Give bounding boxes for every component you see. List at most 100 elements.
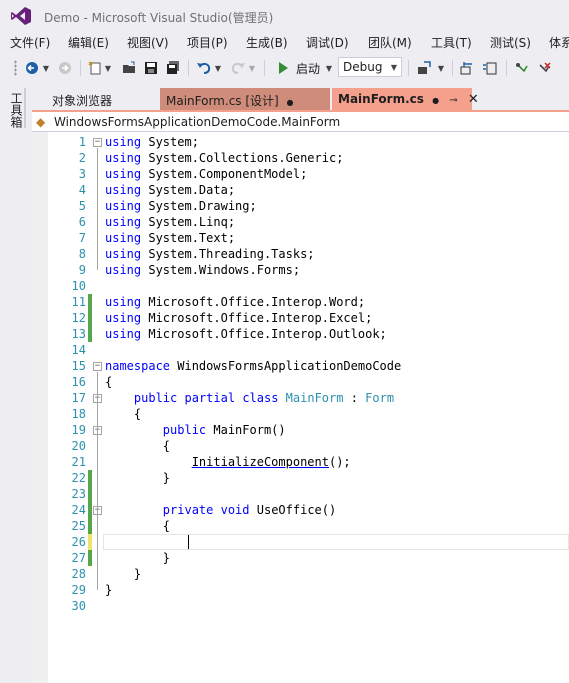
tab-object-browser[interactable]: 对象浏览器 [46,88,172,110]
code-token: { [105,519,171,533]
start-button-label[interactable]: 启动 [296,60,320,77]
code-text: { [105,519,170,533]
code-line[interactable]: 21 InitializeComponent(); [32,454,569,470]
code-editor[interactable]: 1− using System; 2 using System.Collections… [32,132,569,683]
navigation-bar[interactable]: ◆ WindowsFormsApplicationDemoCode.MainFo… [32,112,569,132]
code-line[interactable]: 2 using System.Collections.Generic; [32,150,569,166]
code-line[interactable]: 19− public MainForm() [32,422,569,438]
code-line[interactable]: 8 using System.Threading.Tasks; [32,246,569,262]
keyword-token: using [105,263,142,277]
code-line[interactable]: 25 { [32,518,569,534]
chevron-down-icon: ▼ [390,63,397,72]
class-view-button[interactable] [458,59,478,77]
code-line[interactable]: 12 using Microsoft.Office.Interop.Excel; [32,310,569,326]
menu-architecture[interactable]: 体系 [549,34,569,51]
code-line[interactable]: 14 [32,342,569,358]
code-line[interactable]: 11 using Microsoft.Office.Interop.Word; [32,294,569,310]
navigate-back-button[interactable] [22,59,42,77]
keyword-token: using [105,247,142,261]
menu-project[interactable]: 项目(P) [187,34,228,51]
pin-icon[interactable]: ⊸ [449,95,457,106]
back-dropdown[interactable]: ▼ [42,59,50,77]
code-line[interactable]: 29} [32,582,569,598]
menu-test[interactable]: 测试(S) [490,34,531,51]
code-line[interactable]: 3 using System.ComponentModel; [32,166,569,182]
code-line[interactable]: 27 } [32,550,569,566]
code-line[interactable]: 28 } [32,566,569,582]
keyword-token: using [105,327,142,341]
add-breakpoint-button[interactable] [512,59,532,77]
line-number: 5 [78,199,86,213]
code-text: public partial class MainForm : Form [105,391,394,405]
code-line[interactable]: 22 } [32,470,569,486]
start-debugging-button[interactable] [274,59,292,77]
save-all-button[interactable] [164,59,182,77]
keyword-token: using [105,199,142,213]
chevron-down-icon: ▼ [214,63,222,73]
new-dropdown[interactable]: ▼ [104,59,112,77]
change-tracking-marker [88,550,92,566]
chevron-down-icon: ▼ [437,63,445,73]
solution-configuration-select[interactable]: Debug ▼ [338,57,402,77]
menu-debug[interactable]: 调试(D) [306,34,349,51]
undo-dropdown[interactable]: ▼ [214,59,222,77]
code-text: private void UseOffice() [105,503,336,517]
collapse-toggle-icon[interactable]: − [93,362,102,371]
code-line[interactable]: 9 using System.Windows.Forms; [32,262,569,278]
code-token: System.Linq; [141,215,236,229]
navigate-forward-button[interactable] [56,59,74,77]
menu-edit[interactable]: 编辑(E) [68,34,109,51]
platform-button[interactable] [414,59,434,77]
change-tracking-marker [88,470,92,486]
code-line[interactable]: 16 { [32,374,569,390]
toolbox-tab[interactable]: 工具箱 [8,92,23,128]
redo-dropdown[interactable]: ▼ [248,59,256,77]
code-line[interactable]: 5 using System.Drawing; [32,198,569,214]
code-line[interactable]: 13 using Microsoft.Office.Interop.Outlook… [32,326,569,342]
menu-build[interactable]: 生成(B) [246,34,288,51]
chevron-down-icon: ▼ [248,63,256,73]
redo-button[interactable] [228,59,248,77]
code-line[interactable]: 24− private void UseOffice() [32,502,569,518]
open-file-button[interactable] [120,59,138,77]
code-text: using System.Linq; [105,215,235,229]
code-line[interactable]: 20 { [32,438,569,454]
code-line[interactable]: 10 [32,278,569,294]
menu-tools[interactable]: 工具(T) [431,34,472,51]
code-line[interactable]: 7 using System.Text; [32,230,569,246]
collapse-toggle-icon[interactable]: − [93,138,102,147]
outlining-guide [97,436,98,478]
code-line[interactable]: 30 [32,598,569,614]
class-diagram-icon [460,62,472,75]
configuration-value: Debug [343,60,383,74]
code-line[interactable]: 17− public partial class MainForm : Form [32,390,569,406]
title-bar: Demo - Microsoft Visual Studio(管理员) [0,0,569,32]
code-line[interactable]: 1− using System; [32,134,569,150]
menu-file[interactable]: 文件(F) [10,34,50,51]
menu-view[interactable]: 视图(V) [127,34,169,51]
line-number: 14 [71,343,86,357]
tab-mainform-code[interactable]: MainForm.cs ● ⊸ ✕ [332,88,479,110]
save-icon [145,62,157,74]
remove-breakpoint-button[interactable] [534,59,554,77]
code-line[interactable]: 15− namespace WindowsFormsApplicationDemo… [32,358,569,374]
tab-mainform-design[interactable]: MainForm.cs [设计] ● [160,88,330,110]
close-icon[interactable]: ✕ [468,92,479,107]
chevron-down-icon: ▼ [104,63,112,73]
platform-dropdown[interactable]: ▼ [436,59,446,77]
code-line[interactable]: 18 { [32,406,569,422]
line-number: 27 [71,551,86,565]
line-number: 25 [71,519,86,533]
code-line[interactable]: 6 using System.Linq; [32,214,569,230]
toolbar-separator [452,60,453,76]
code-token: System.ComponentModel; [141,167,308,181]
new-project-button[interactable] [86,59,104,77]
code-line[interactable]: 23 [32,486,569,502]
undo-button[interactable] [194,59,214,77]
toolbar-grip[interactable] [14,60,17,76]
start-dropdown[interactable]: ▼ [325,59,333,77]
code-line[interactable]: 4 using System.Data; [32,182,569,198]
menu-team[interactable]: 团队(M) [368,34,412,51]
document-outline-button[interactable] [480,59,500,77]
save-button[interactable] [142,59,160,77]
